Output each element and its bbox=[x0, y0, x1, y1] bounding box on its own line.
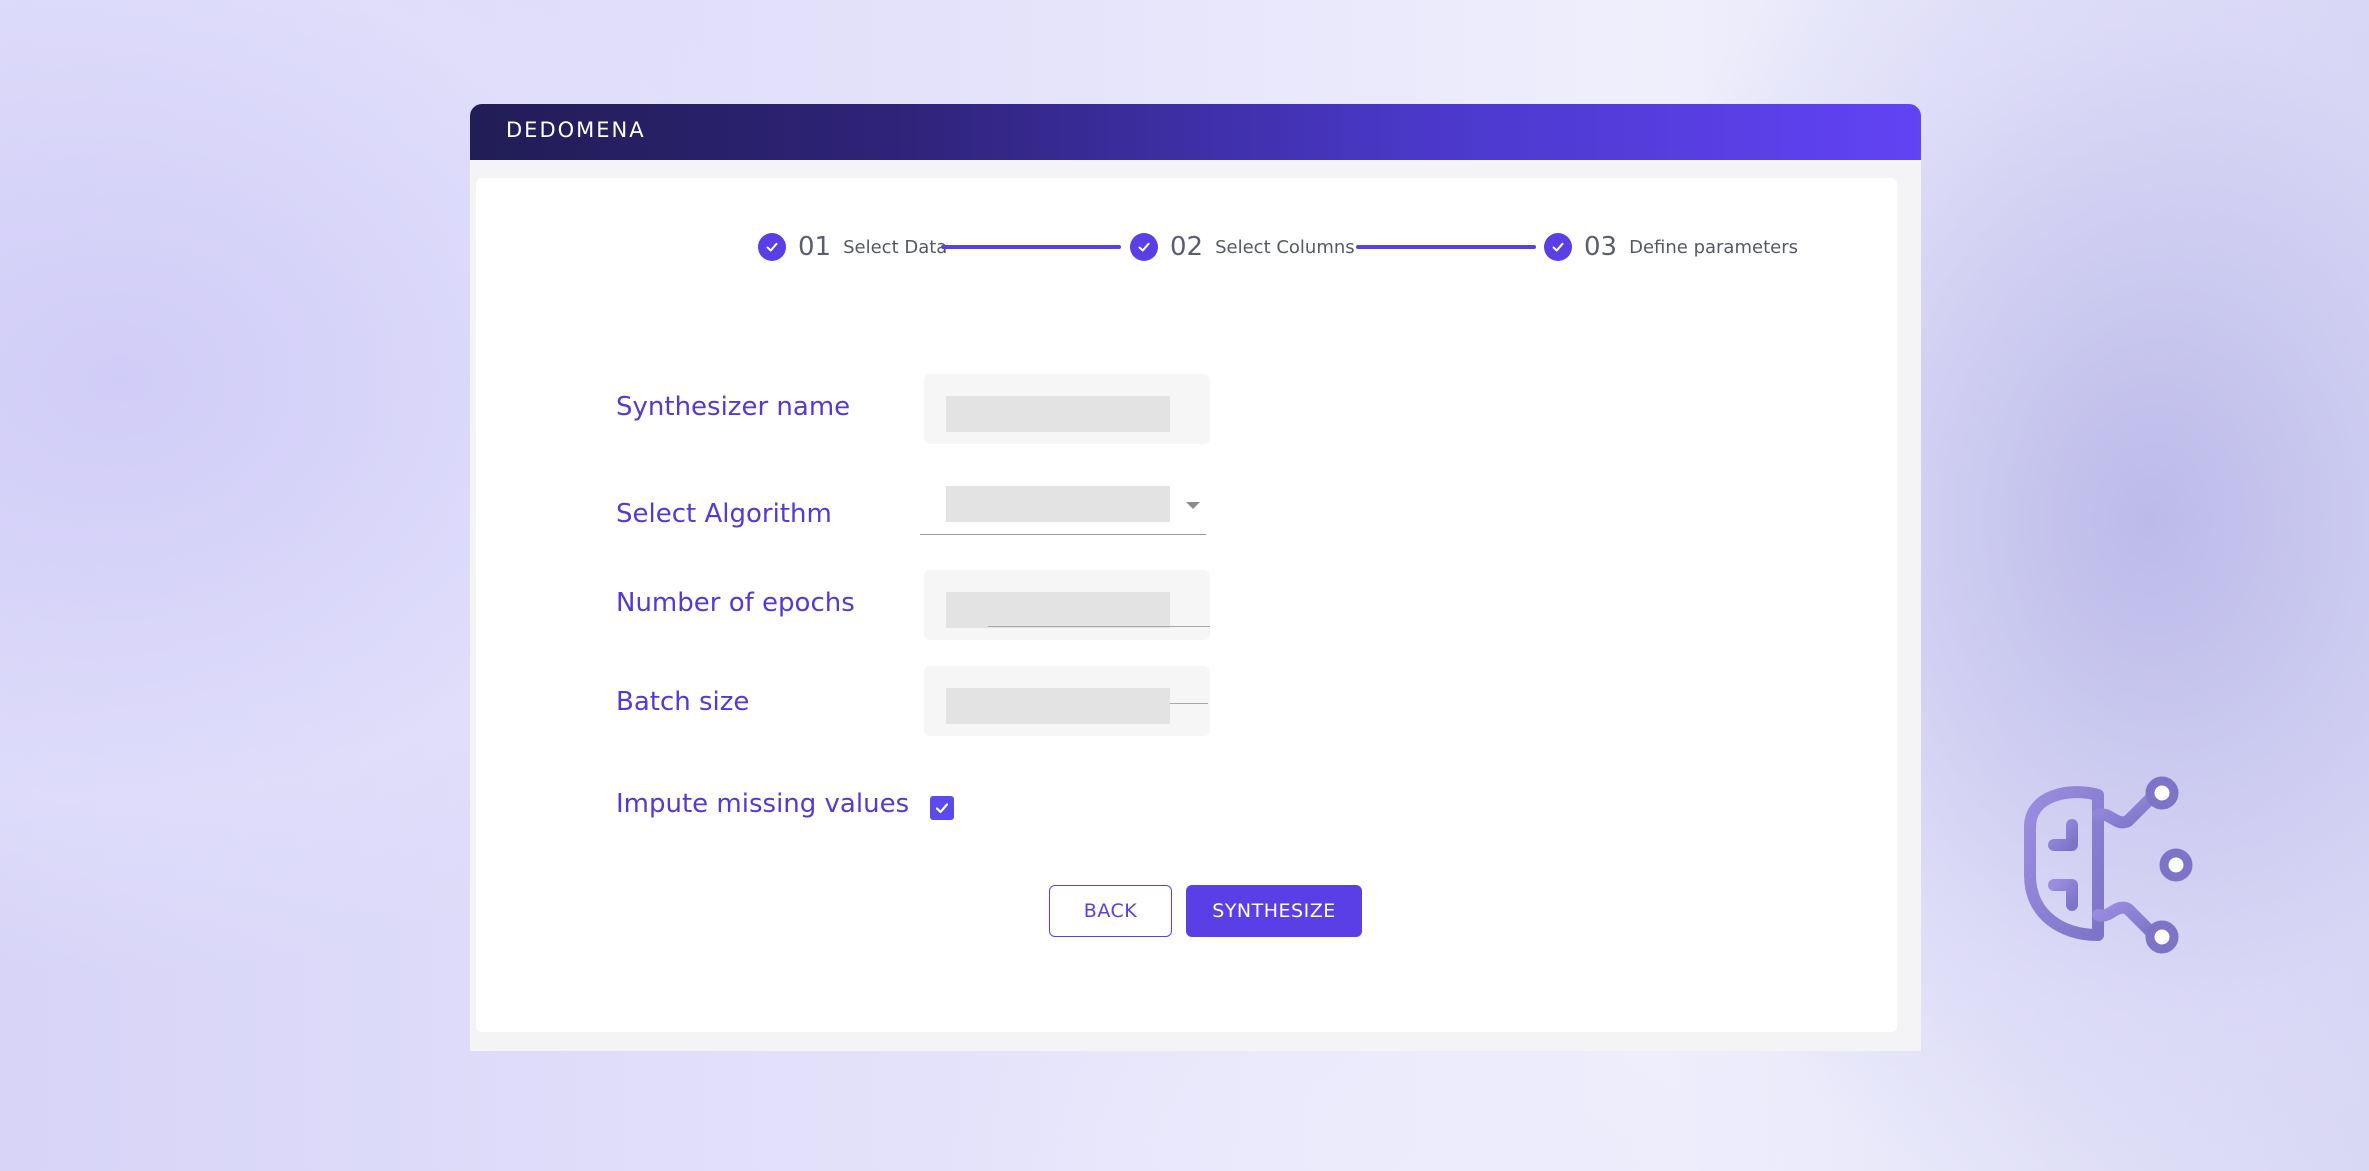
synthesizer-name-input[interactable] bbox=[946, 396, 1170, 432]
batch-size-underline bbox=[1170, 703, 1208, 704]
epochs-field bbox=[924, 570, 1210, 640]
step-connector bbox=[941, 245, 1121, 249]
step-label: Define parameters bbox=[1629, 236, 1798, 258]
algorithm-select-value bbox=[946, 486, 1170, 522]
synthesizer-name-label: Synthesizer name bbox=[616, 392, 851, 422]
chevron-down-icon[interactable] bbox=[1186, 502, 1200, 509]
stepper: 01 Select Data 02 Select Columns 03 Defi… bbox=[476, 178, 1897, 278]
epochs-underline bbox=[988, 626, 1210, 627]
epochs-label: Number of epochs bbox=[616, 588, 855, 618]
back-button[interactable]: BACK bbox=[1049, 885, 1172, 937]
batch-size-label: Batch size bbox=[616, 687, 750, 717]
select-algorithm-label: Select Algorithm bbox=[616, 499, 832, 529]
brand-logo[interactable]: DEDOMENA bbox=[506, 118, 646, 142]
algorithm-select[interactable] bbox=[920, 486, 1206, 535]
step-number: 01 bbox=[798, 232, 832, 262]
check-circle-icon bbox=[1130, 233, 1158, 261]
check-icon bbox=[935, 803, 949, 814]
step-select-columns[interactable]: 02 Select Columns bbox=[1130, 232, 1355, 262]
impute-checkbox[interactable] bbox=[930, 796, 954, 820]
step-number: 03 bbox=[1584, 232, 1618, 262]
step-label: Select Columns bbox=[1215, 236, 1355, 258]
step-connector bbox=[1356, 245, 1536, 249]
check-circle-icon bbox=[758, 233, 786, 261]
brain-circuit-icon bbox=[2024, 776, 2193, 954]
step-define-parameters[interactable]: 03 Define parameters bbox=[1544, 232, 1798, 262]
step-select-data[interactable]: 01 Select Data bbox=[758, 232, 947, 262]
synthesizer-name-field bbox=[924, 374, 1210, 444]
batch-size-input[interactable] bbox=[946, 688, 1170, 724]
app-header: DEDOMENA bbox=[470, 104, 1921, 160]
step-number: 02 bbox=[1170, 232, 1204, 262]
impute-label: Impute missing values bbox=[616, 789, 910, 819]
step-label: Select Data bbox=[843, 236, 948, 258]
batch-size-field bbox=[924, 666, 1210, 736]
synthesize-button[interactable]: SYNTHESIZE bbox=[1186, 885, 1362, 937]
check-circle-icon bbox=[1544, 233, 1572, 261]
epochs-input[interactable] bbox=[946, 592, 1170, 628]
